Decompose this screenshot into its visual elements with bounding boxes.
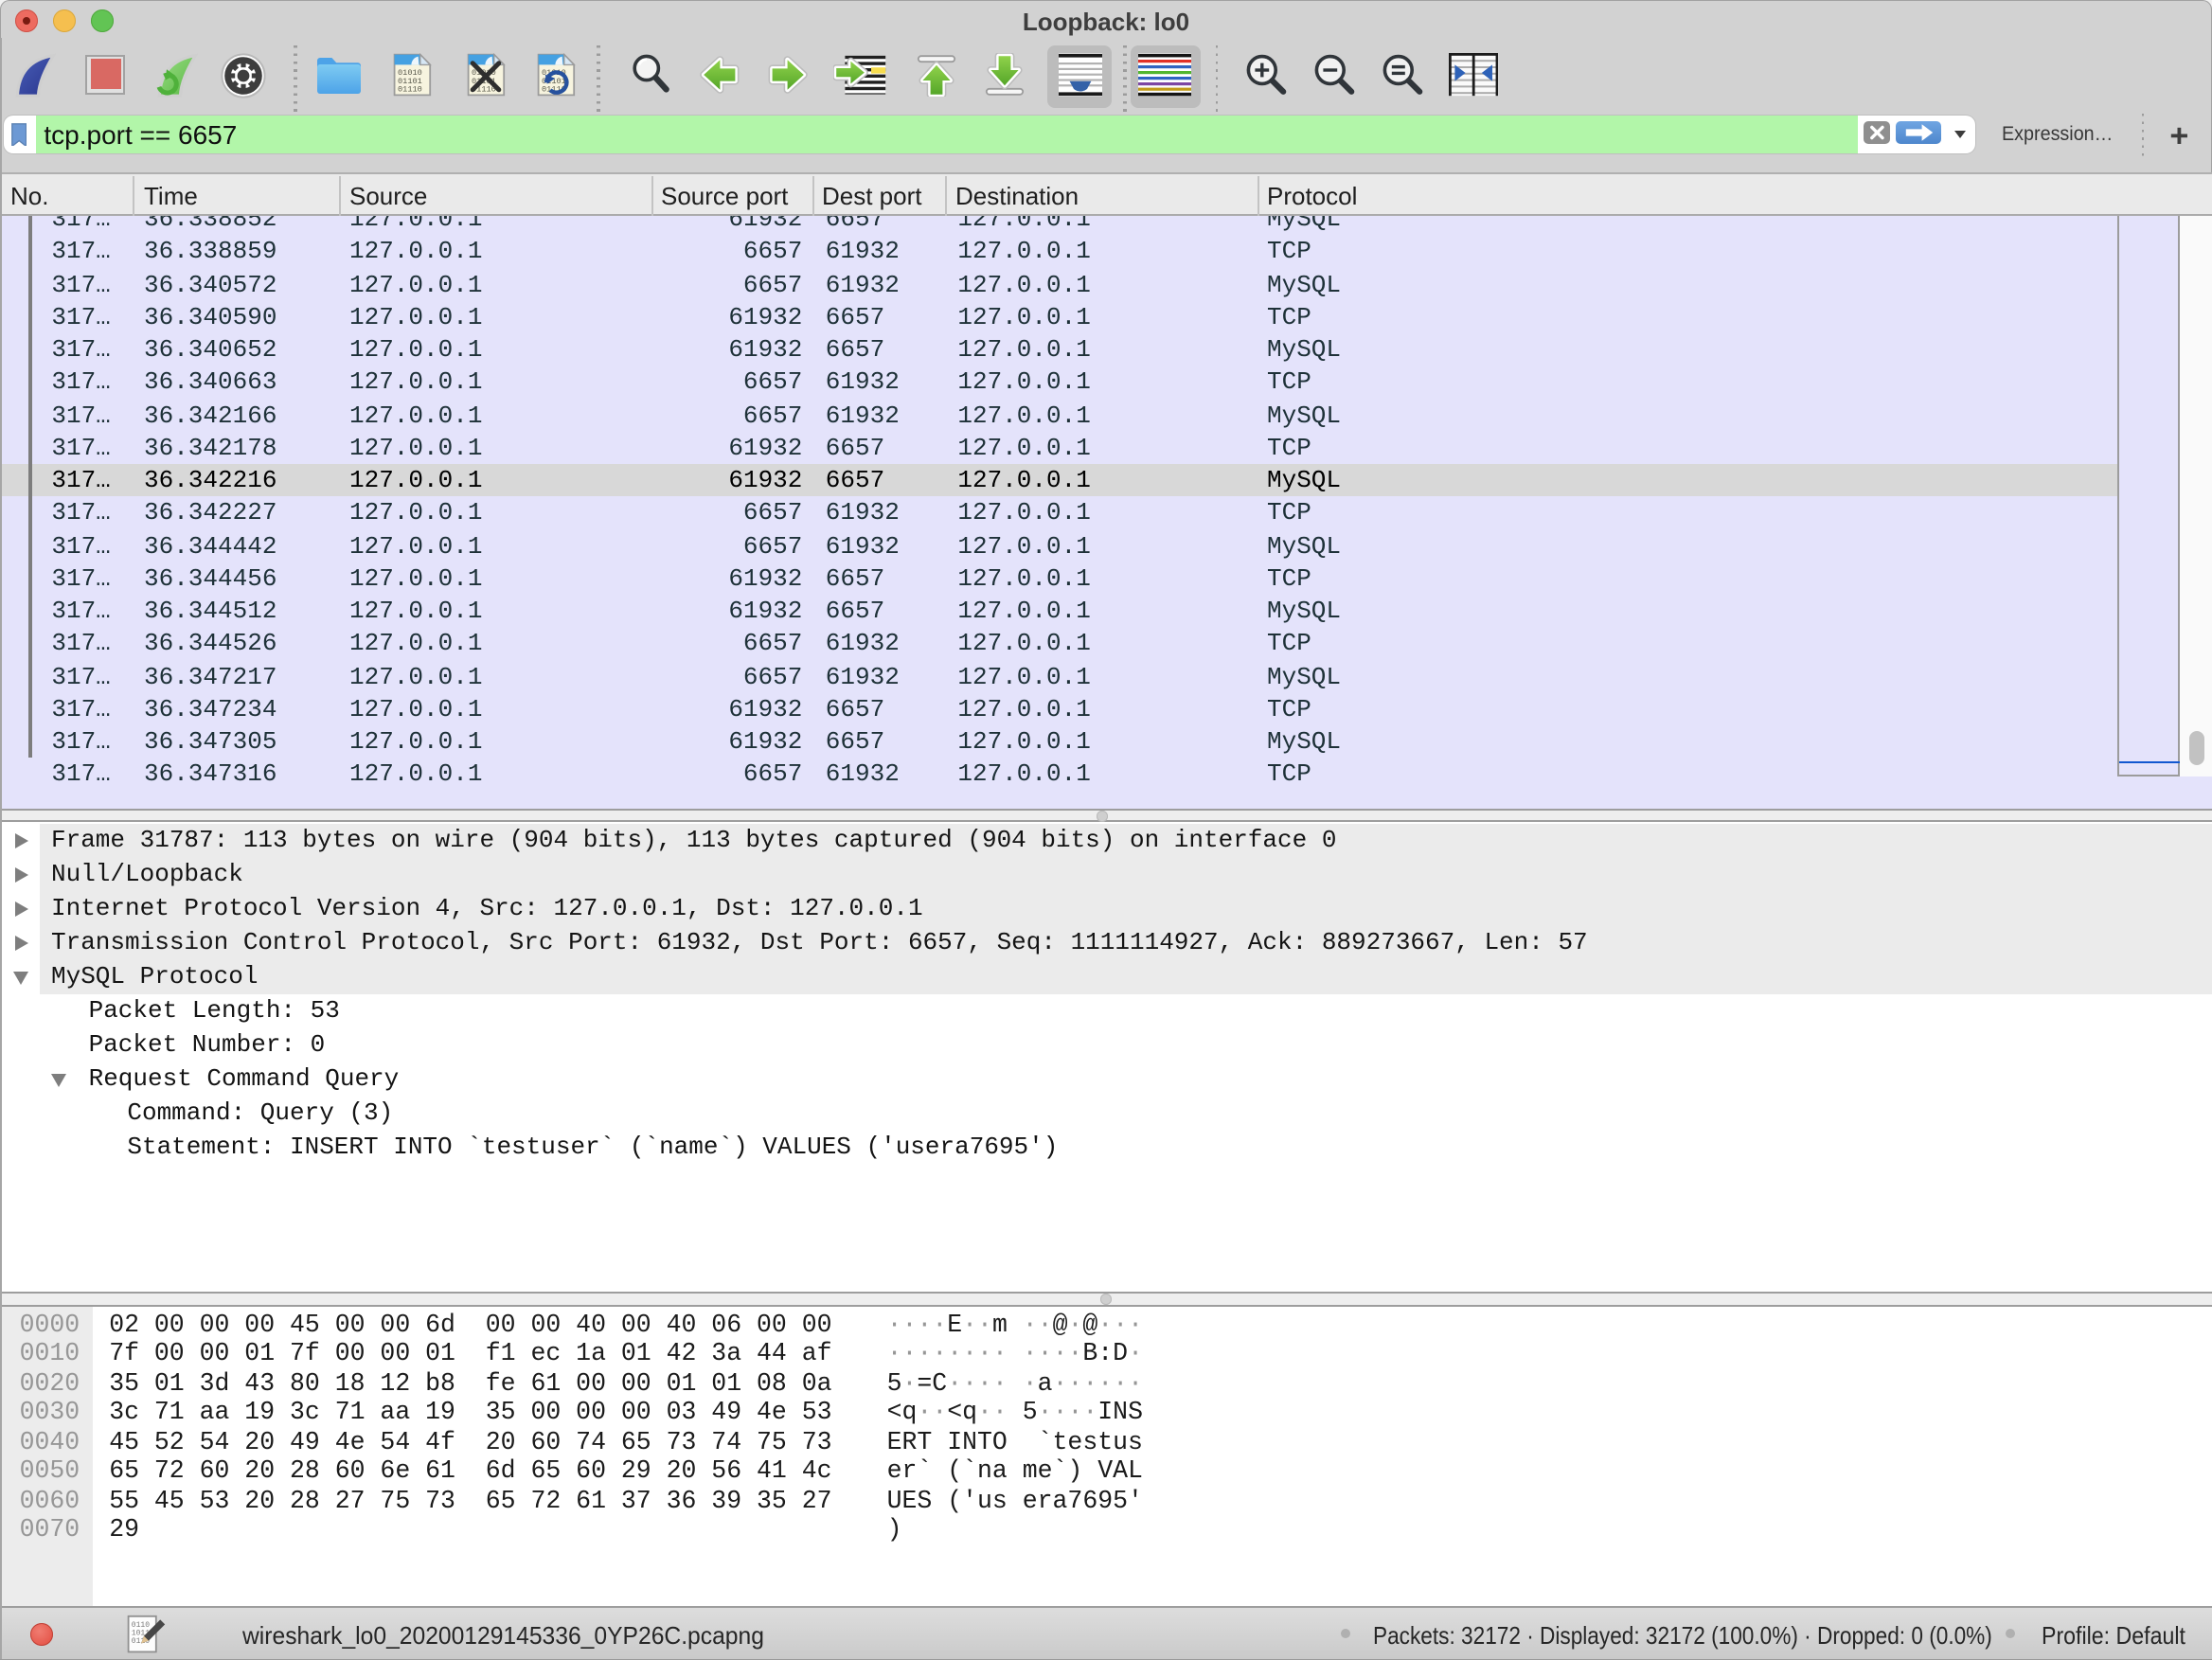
svg-text:01110: 01110 xyxy=(398,85,422,95)
